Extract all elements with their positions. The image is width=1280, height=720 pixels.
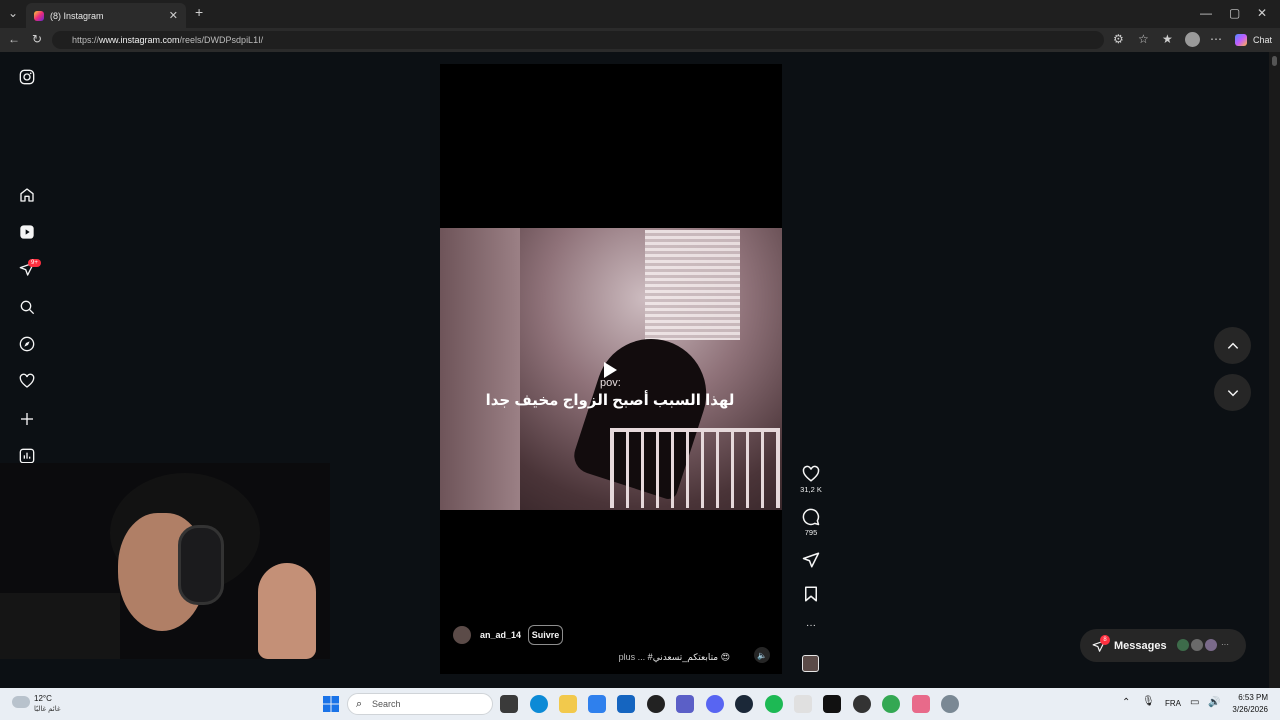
app-icon[interactable] [794,695,812,713]
network-icon[interactable]: ▭ [1190,697,1199,708]
home-icon[interactable] [17,185,37,205]
comment-count: 795 [804,528,818,537]
profile-avatar-icon[interactable] [1185,32,1200,47]
weather-temperature[interactable]: 12°C [34,694,52,703]
comment-button[interactable] [800,508,822,526]
message-avatar [1190,638,1204,652]
messages-label: Messages [1114,639,1167,652]
new-tab-button[interactable]: + [195,4,203,20]
play-icon[interactable] [604,362,617,378]
language-indicator[interactable]: FRA [1165,699,1181,708]
taskbar-search-icon: ⌕ [356,698,363,710]
address-bar: ← ↻ https://www.instagram.com/reels/DWDP… [0,28,1280,52]
url-host: www.instagram.com [99,35,180,45]
audio-thumbnail[interactable] [802,655,819,672]
teams-icon[interactable] [676,695,694,713]
reel-description[interactable]: plus ... #متابعتكم_تسعدني 😍 [560,652,730,663]
message-avatar [1204,638,1218,652]
author-username[interactable]: an_ad_14 [480,630,521,640]
tab-list-button[interactable]: ⌄ [8,6,18,20]
scrollbar-thumb[interactable] [1272,56,1277,66]
save-button[interactable] [800,585,822,603]
active-app-icon[interactable] [912,695,930,713]
video-door-shape [440,228,520,510]
taskbar-search-input[interactable]: ⌕ Search [347,693,493,715]
instagram-favicon-icon [34,10,44,21]
webcam-hand-shape [258,563,316,659]
author-avatar[interactable] [453,626,471,644]
chrome-icon[interactable] [882,695,900,713]
webcam-headset-shape [178,525,224,605]
url-prefix: https:// [72,35,100,45]
messages-more: ··· [1221,640,1229,649]
collections-icon[interactable]: ★ [1162,32,1173,46]
chat-button[interactable]: Chat [1253,35,1272,45]
create-icon[interactable] [17,409,37,429]
mail-icon[interactable] [588,695,606,713]
description-text: #متابعتكم_تسعدني 😍 [647,652,730,662]
maximize-button[interactable]: ▢ [1229,6,1240,20]
url-input[interactable]: https://www.instagram.com/reels/DWDPsdpi… [52,31,1104,49]
explore-icon[interactable] [17,334,37,354]
notification-badge: 9+ [28,259,41,267]
browser-tab-bar: ⌄ (8) Instagram ✕ + — ▢ ✕ [0,0,1280,28]
task-view-icon[interactable] [500,695,518,713]
app-icon[interactable] [647,695,665,713]
refresh-icon[interactable]: ↻ [32,32,42,46]
obs-icon[interactable] [853,695,871,713]
more-options-icon[interactable]: ⋯ [1210,32,1222,46]
overlay-text-small: pov: [600,377,621,389]
taskbar-search-placeholder: Search [372,699,401,709]
back-arrow-icon[interactable]: ← [8,32,20,46]
settings-icon[interactable] [941,695,959,713]
weather-description: غائم غالبًا [34,706,61,713]
mute-button[interactable]: 🔈 [754,647,770,663]
webcam-overlay [0,463,330,659]
instagram-logo-icon[interactable] [17,67,37,87]
message-avatar [1176,638,1190,652]
video-window-shape [645,230,740,340]
previous-reel-button[interactable] [1214,327,1251,364]
store-icon[interactable] [617,695,635,713]
copilot-icon [1235,34,1247,46]
like-button[interactable] [800,465,822,483]
terminal-icon[interactable] [823,695,841,713]
steam-icon[interactable] [735,695,753,713]
url-path: /reels/DWDPsdpiL1I/ [179,35,264,45]
clock-date[interactable]: 3/26/2026 [1226,705,1268,714]
extensions-icon[interactable]: ⚙ [1113,32,1124,46]
reels-icon[interactable] [17,222,37,242]
volume-icon[interactable]: 🔊 [1208,697,1220,708]
follow-button[interactable]: Suivre [528,625,563,645]
taskbar [0,688,1280,720]
discord-icon[interactable] [706,695,724,713]
favorites-icon[interactable]: ☆ [1138,32,1149,46]
like-count: 31,2 K [800,485,822,494]
webcam-chair-shape [0,593,120,659]
more-link[interactable]: plus ... [619,652,646,662]
clock-time[interactable]: 6:53 PM [1230,693,1268,702]
page-scrollbar[interactable] [1269,52,1280,688]
browser-tab[interactable]: (8) Instagram ✕ [26,3,186,28]
heart-icon[interactable] [17,371,37,391]
tab-close-icon[interactable]: ✕ [169,9,178,22]
weather-cloud-icon[interactable] [12,696,30,708]
search-icon[interactable] [17,297,37,317]
windows-start-icon[interactable] [323,696,339,712]
close-window-button[interactable]: ✕ [1257,6,1267,20]
microphone-icon[interactable]: 🎙 [1142,696,1155,707]
messages-badge: 8 [1100,635,1110,645]
video-crib-shape [610,428,780,508]
tab-title: (8) Instagram [50,10,104,21]
more-options-button[interactable]: ··· [800,620,822,631]
overlay-text-main: لهذا السبب أصبح الزواج مخيف جدا [485,392,735,409]
edge-icon[interactable] [530,695,548,713]
spotify-icon[interactable] [765,695,783,713]
next-reel-button[interactable] [1214,374,1251,411]
file-explorer-icon[interactable] [559,695,577,713]
tray-overflow-icon[interactable]: ⌃ [1122,697,1130,708]
share-button[interactable] [800,551,822,569]
minimize-button[interactable]: — [1200,6,1212,20]
